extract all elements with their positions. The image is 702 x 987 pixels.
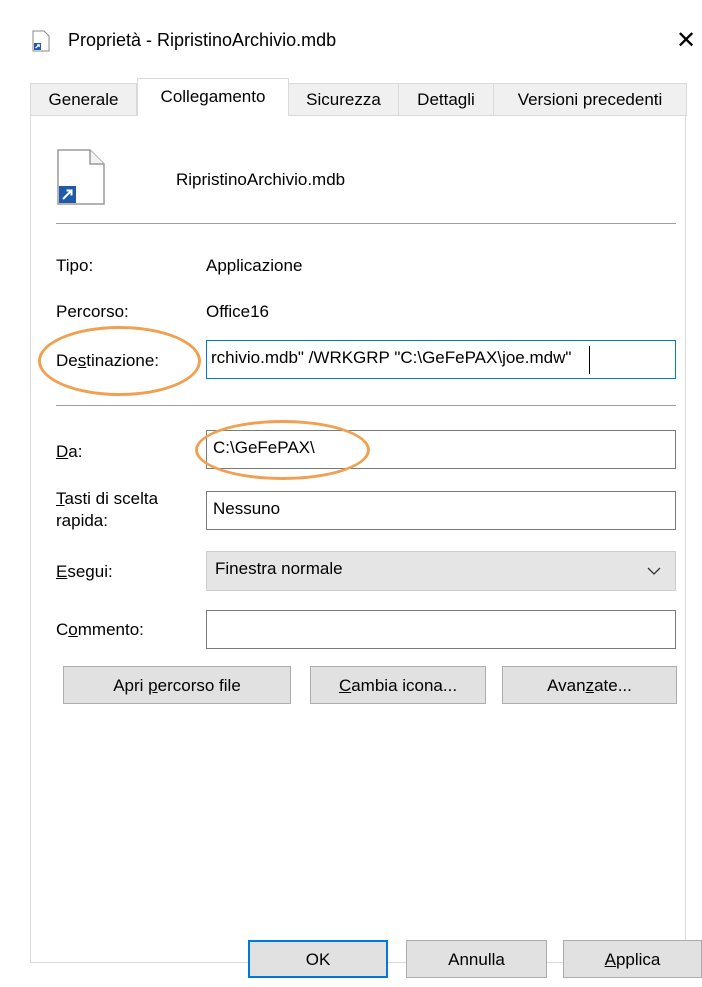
tab-label: Versioni precedenti <box>517 90 663 109</box>
tab-panel <box>30 115 686 963</box>
annotation-ellipse-destinazione <box>38 326 201 396</box>
label-text: segui: <box>67 562 113 581</box>
tab-collegamento[interactable]: Collegamento <box>137 78 289 116</box>
tab-versioni-precedenti[interactable]: Versioni precedenti <box>493 83 687 116</box>
button-label: Annulla <box>448 950 505 969</box>
file-shortcut-icon <box>57 149 105 205</box>
title-bar: Proprietà - RipristinoArchivio.mdb ✕ <box>0 0 702 78</box>
tipo-label: Tipo: <box>56 256 94 275</box>
shortcut-file-icon <box>32 30 50 52</box>
file-name: RipristinoArchivio.mdb <box>176 170 346 189</box>
percorso-value: Office16 <box>206 302 270 321</box>
button-label: Avan <box>547 676 586 695</box>
esegui-value: Finestra normale <box>215 559 343 578</box>
commento-label: Commento: <box>56 620 144 640</box>
close-icon[interactable]: ✕ <box>676 26 696 54</box>
text-cursor <box>589 346 590 374</box>
tasti-label: Tasti di scelta rapida: <box>56 488 158 532</box>
label-text: a: <box>68 442 83 461</box>
button-label: ate... <box>594 676 632 695</box>
tab-label: Dettagli <box>417 90 475 109</box>
tab-sicurezza[interactable]: Sicurezza <box>288 83 399 116</box>
ok-button[interactable]: OK <box>248 940 388 978</box>
accelerator-key: A <box>604 950 616 969</box>
label-text: C <box>56 620 69 639</box>
commento-input[interactable] <box>206 610 676 649</box>
annotation-ellipse-da <box>195 420 370 480</box>
destinazione-value: rchivio.mdb" /WRKGRP "C:\GeFePAX\joe.mdw… <box>211 348 572 367</box>
label-text: asti di scelta <box>64 489 159 508</box>
tab-generale[interactable]: Generale <box>30 83 137 116</box>
percorso-label: Percorso: <box>56 302 129 321</box>
accelerator-key: E <box>56 562 68 581</box>
button-label: Apri <box>113 676 149 695</box>
divider <box>56 405 676 406</box>
da-label: Da: <box>56 442 82 462</box>
chevron-down-icon <box>647 567 661 575</box>
tab-label: Collegamento <box>160 87 266 106</box>
tasti-value: Nessuno <box>213 499 281 518</box>
tab-dettagli[interactable]: Dettagli <box>398 83 494 116</box>
accelerator-key: D <box>56 442 69 461</box>
label-text: mmento: <box>77 620 144 639</box>
window-title: Proprietà - RipristinoArchivio.mdb <box>68 30 337 50</box>
esegui-label: Esegui: <box>56 562 113 582</box>
tab-label: Generale <box>48 90 119 109</box>
destinazione-input[interactable]: rchivio.mdb" /WRKGRP "C:\GeFePAX\joe.mdw… <box>206 340 676 379</box>
esegui-select[interactable]: Finestra normale <box>206 551 676 591</box>
accelerator-key: C <box>338 676 352 695</box>
button-label: pplica <box>615 950 661 969</box>
cambia-icona-button[interactable]: Cambia icona... <box>310 666 486 704</box>
applica-button[interactable]: Applica <box>563 940 702 978</box>
button-label: ercorso file <box>157 676 241 695</box>
button-label: ambia icona... <box>351 676 458 695</box>
label-text: rapida: <box>56 511 108 530</box>
accelerator-key: z <box>585 676 595 695</box>
accelerator-key: T <box>56 489 65 508</box>
avanzate-button[interactable]: Avanzate... <box>502 666 677 704</box>
button-label: OK <box>305 950 331 969</box>
divider <box>56 223 676 224</box>
accelerator-key: p <box>148 676 158 695</box>
tab-label: Sicurezza <box>306 90 381 109</box>
tasti-input[interactable]: Nessuno <box>206 491 676 530</box>
tipo-value: Applicazione <box>206 256 303 275</box>
annulla-button[interactable]: Annulla <box>406 940 547 978</box>
apri-percorso-file-button[interactable]: Apri percorso file <box>63 666 291 704</box>
accelerator-key: o <box>68 620 78 639</box>
